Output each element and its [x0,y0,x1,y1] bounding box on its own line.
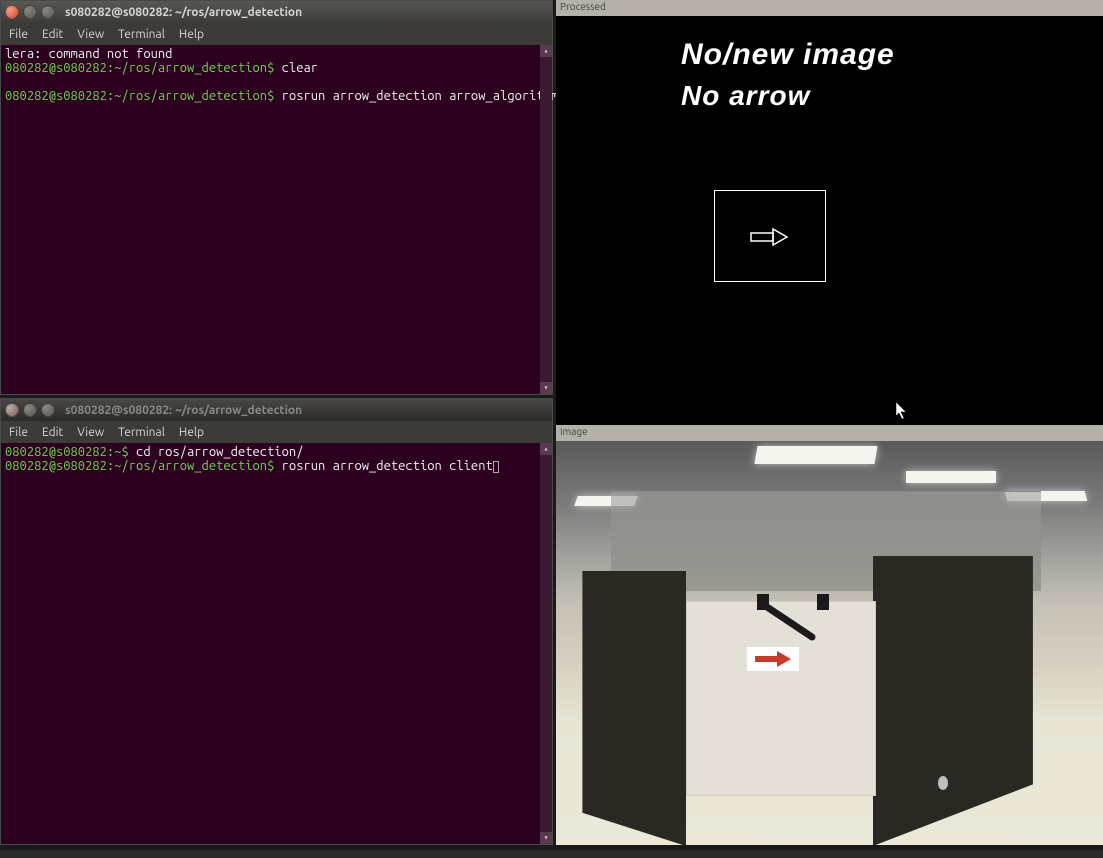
camera-pane: Image [556,425,1103,845]
template-arrow-icon [749,227,789,247]
close-button[interactable] [5,403,19,417]
maximize-button[interactable] [41,403,55,417]
term-cmd: rosrun arrow_detection client [274,459,492,473]
taskbar[interactable] [0,850,1103,858]
status-text-image: No/new image [681,38,895,72]
term-prompt: 080282@s080282:~/ros/arrow_detection$ [5,89,274,103]
scroll-up-icon[interactable]: ▴ [540,443,552,455]
close-button[interactable] [5,5,19,19]
titlebar-1[interactable]: s080282@s080282: ~/ros/arrow_detection [1,1,552,23]
term-cmd: rosrun arrow_detection arrow_algorithm [274,89,565,103]
term-cmd: cd ros/arrow_detection/ [129,445,304,459]
cursor-icon [493,461,499,473]
scrollbar[interactable]: ▴ ▾ [540,443,552,844]
clamp-icon [817,594,829,610]
term-output: lera: command not found [5,47,172,61]
term-prompt: 080282@s080282:~/ros/arrow_detection$ [5,459,274,473]
red-arrow-icon [753,651,793,667]
arrow-sign [747,647,799,671]
menubar-2: File Edit View Terminal Help [1,421,552,443]
door-handle-icon [938,776,948,790]
center-board [686,601,876,796]
menu-terminal[interactable]: Terminal [112,26,171,43]
menu-edit[interactable]: Edit [36,26,69,43]
pane-header: Image [556,425,1103,441]
window-title: s080282@s080282: ~/ros/arrow_detection [65,404,302,417]
minimize-button[interactable] [23,5,37,19]
scroll-down-icon[interactable]: ▾ [540,832,552,844]
scroll-down-icon[interactable]: ▾ [540,382,552,394]
clamp-arm-icon [762,602,817,642]
terminal-output-2[interactable]: 080282@s080282:~$ cd ros/arrow_detection… [1,443,552,844]
minimize-button[interactable] [23,403,37,417]
pane-header: Processed [556,0,1103,16]
left-wall [582,571,686,845]
menu-view[interactable]: View [71,26,110,43]
menu-file[interactable]: File [3,26,34,43]
camera-feed [556,441,1103,845]
terminal-window-2: s080282@s080282: ~/ros/arrow_detection F… [0,398,553,845]
menu-edit[interactable]: Edit [36,424,69,441]
scrollbar[interactable]: ▴ ▾ [540,45,552,394]
menu-help[interactable]: Help [173,424,210,441]
ceiling-light [754,446,877,464]
status-text-arrow: No arrow [681,80,810,112]
menu-help[interactable]: Help [173,26,210,43]
right-wall [873,556,1033,845]
mouse-cursor-icon [896,402,908,420]
terminal-output-1[interactable]: lera: command not found 080282@s080282:~… [1,45,552,394]
term-cmd: clear [274,61,318,75]
term-prompt: 080282@s080282:~$ [5,445,129,459]
maximize-button[interactable] [41,5,55,19]
bounding-box [714,190,826,282]
ceiling-light [906,471,996,483]
detection-content: No/new image No arrow [556,16,1103,425]
menu-file[interactable]: File [3,424,34,441]
menubar-1: File Edit View Terminal Help [1,23,552,45]
menu-terminal[interactable]: Terminal [112,424,171,441]
term-prompt: 080282@s080282:~/ros/arrow_detection$ [5,61,274,75]
detection-pane: Processed No/new image No arrow [556,0,1103,425]
titlebar-2[interactable]: s080282@s080282: ~/ros/arrow_detection [1,399,552,421]
terminal-window-1: s080282@s080282: ~/ros/arrow_detection F… [0,0,553,395]
menu-view[interactable]: View [71,424,110,441]
scroll-up-icon[interactable]: ▴ [540,45,552,57]
window-title: s080282@s080282: ~/ros/arrow_detection [65,6,302,19]
